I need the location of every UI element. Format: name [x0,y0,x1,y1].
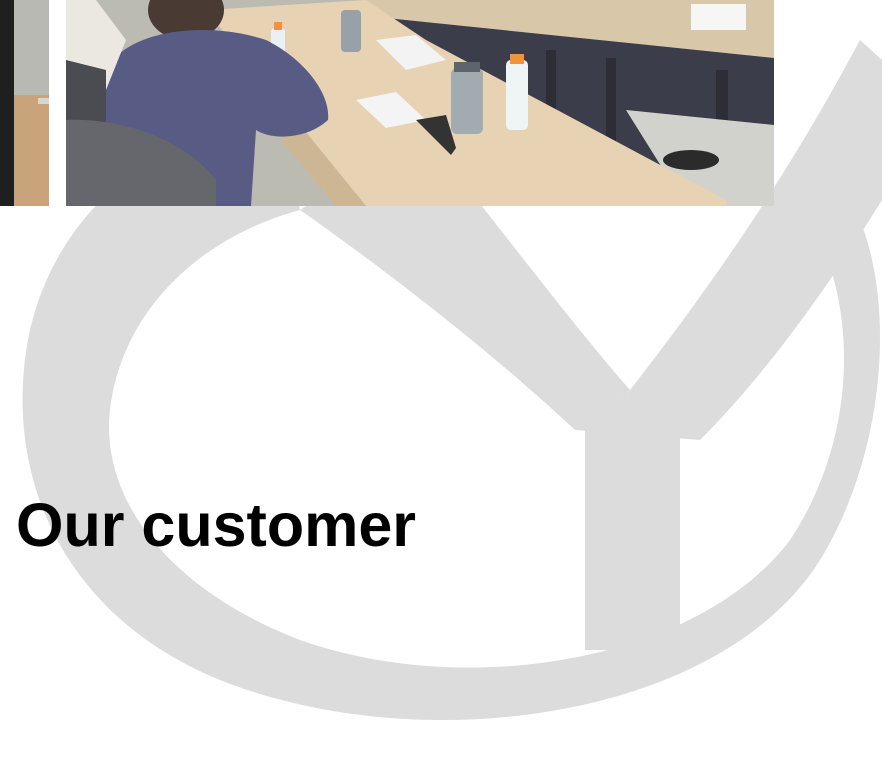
meeting-room-photo [66,0,774,206]
page-heading: Our customer [16,491,416,559]
meeting-photo-left-crop [0,0,49,206]
